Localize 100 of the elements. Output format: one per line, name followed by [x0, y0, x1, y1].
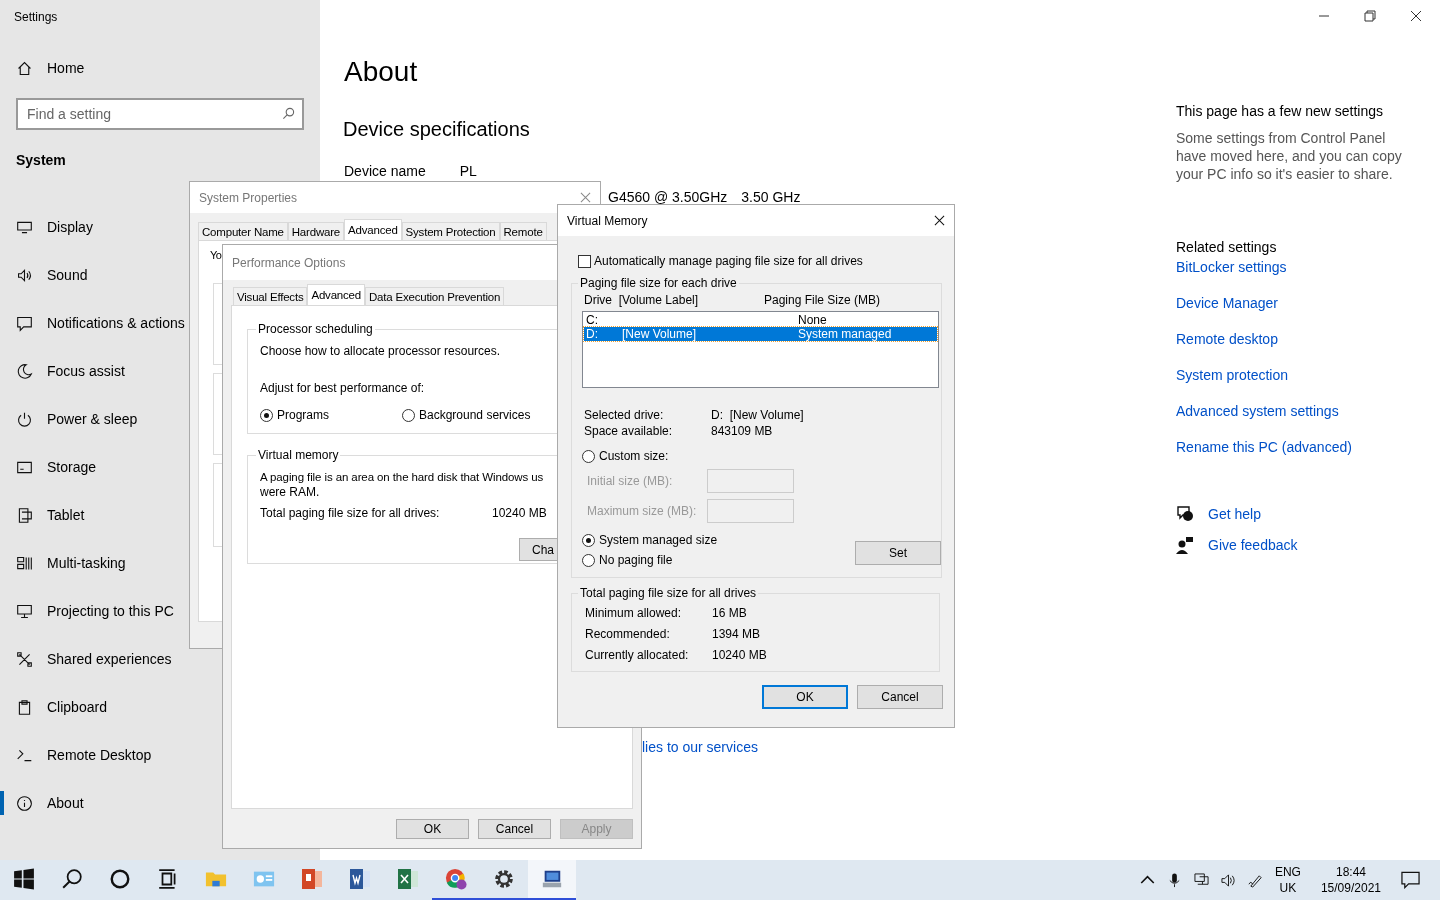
field-label: Maximum size (MB):: [586, 504, 698, 518]
radio-button[interactable]: [260, 408, 273, 422]
restore-icon[interactable]: [1364, 10, 1376, 22]
radio-option[interactable]: Programs: [260, 408, 402, 422]
nav-item[interactable]: Shared experiences: [0, 635, 320, 683]
chat-icon: [1176, 505, 1194, 523]
tablet-icon: [16, 506, 33, 524]
checkbox-option[interactable]: Automatically manage paging file size for all drives: [578, 254, 940, 268]
speaker-icon[interactable]: [1220, 872, 1236, 888]
about-icon: [16, 794, 33, 812]
notifications-icon: [16, 314, 33, 332]
related-link[interactable]: BitLocker settings: [1176, 259, 1287, 275]
radio-button[interactable]: [582, 553, 595, 567]
radio-button[interactable]: [582, 449, 595, 463]
related-link[interactable]: Device Manager: [1176, 295, 1278, 311]
language-indicator[interactable]: ENG UK: [1274, 864, 1301, 896]
section-heading: System: [16, 152, 67, 168]
group-label: Paging file size for each drive: [579, 276, 738, 290]
description-text: were RAM.: [260, 485, 320, 500]
home-link[interactable]: Home: [0, 54, 320, 82]
tab[interactable]: Remote: [499, 222, 547, 240]
power-icon: [16, 410, 33, 428]
spreadsheet-app-icon: [397, 868, 419, 890]
column-header: Drive [Volume Label]: [584, 293, 700, 307]
related-heading: Related settings: [1176, 239, 1277, 255]
presentation-app-icon: [301, 868, 323, 890]
radio-option[interactable]: Custom size:: [582, 449, 669, 463]
related-link[interactable]: Rename this PC (advanced): [1176, 439, 1352, 455]
description-text: Choose how to allocate processor resources.: [260, 344, 501, 359]
radio-button[interactable]: [582, 533, 595, 547]
focus-icon: [16, 362, 33, 380]
tab[interactable]: Advanced: [344, 219, 402, 240]
dialog-button[interactable]: OK: [762, 685, 848, 709]
multitasking-icon: [16, 554, 33, 572]
set-button[interactable]: Set: [855, 541, 941, 565]
total-label: Currently allocated:: [585, 648, 690, 662]
person-icon: [1176, 536, 1194, 554]
notice-title: This page has a few new settings: [1176, 103, 1383, 119]
browser-icon: [445, 868, 467, 890]
home-icon: [16, 59, 33, 77]
close-icon[interactable]: [1410, 10, 1422, 22]
related-link[interactable]: Remote desktop: [1176, 331, 1278, 347]
nav-item[interactable]: Clipboard: [0, 683, 320, 731]
radio-button[interactable]: [402, 408, 415, 422]
spec-value: PL: [459, 163, 477, 179]
tab[interactable]: Visual Effects: [233, 287, 308, 305]
taskbar-button[interactable]: [528, 860, 576, 900]
shared-icon: [16, 650, 33, 668]
nav-item[interactable]: About: [0, 779, 320, 827]
tab[interactable]: System Protection: [401, 222, 500, 240]
field-label: Initial size (MB):: [586, 474, 674, 488]
group-label: Virtual memory: [257, 448, 340, 462]
help-link[interactable]: Give feedback: [1176, 536, 1298, 554]
tab[interactable]: Data Execution Prevention: [365, 287, 505, 305]
total-value: 10240 MB: [712, 648, 767, 662]
total-value: 10240 MB: [492, 506, 547, 520]
nav-item[interactable]: Remote Desktop: [0, 731, 320, 779]
spec-label: Device name: [344, 163, 426, 179]
circle-icon: [109, 868, 131, 890]
radio-option[interactable]: No paging file: [582, 553, 718, 567]
info-value: 843109 MB: [711, 424, 774, 438]
network-icon[interactable]: [1193, 872, 1209, 888]
pen-icon[interactable]: [1247, 872, 1263, 888]
drive-row[interactable]: C: None: [584, 313, 937, 327]
help-link[interactable]: Get help: [1176, 505, 1298, 523]
services-link[interactable]: lies to our services: [642, 739, 758, 755]
search-field[interactable]: Find a setting: [16, 98, 304, 130]
clock[interactable]: 18:44 15/09/2021: [1320, 864, 1381, 896]
tab[interactable]: Computer Name: [198, 222, 288, 240]
dialog-button[interactable]: Cancel: [478, 819, 551, 839]
notification-icon[interactable]: [1401, 871, 1420, 889]
windows-icon: [13, 868, 35, 890]
nav-item[interactable]: Projecting to this PC: [0, 587, 320, 635]
dialog-button[interactable]: OK: [396, 819, 469, 839]
radio-option[interactable]: System managed size: [582, 533, 718, 547]
change-button[interactable]: Cha: [519, 538, 559, 561]
dialog-button[interactable]: Cancel: [857, 685, 943, 709]
dialog-title: System Properties: [199, 190, 298, 205]
related-link[interactable]: System protection: [1176, 367, 1289, 383]
total-value: 1394 MB: [712, 627, 762, 641]
total-label: Minimum allowed:: [585, 606, 683, 620]
info-label: Selected drive:: [584, 408, 665, 422]
close-icon[interactable]: [934, 215, 945, 226]
info-value: D: [New Volume]: [711, 408, 804, 422]
search-icon: [282, 107, 295, 120]
computer-icon: [541, 868, 563, 890]
prompt-text: Adjust for best performance of:: [260, 381, 425, 396]
tab[interactable]: Hardware: [287, 222, 345, 240]
spec-value: G4560 @ 3.50GHz: [608, 189, 728, 205]
nav-item[interactable]: Multi-tasking: [0, 539, 320, 587]
panel-text: Yo: [210, 249, 222, 261]
drive-row[interactable]: D: [New Volume] System managed: [584, 327, 937, 341]
dialog-title: Virtual Memory: [567, 213, 648, 228]
tab[interactable]: Advanced: [307, 284, 365, 305]
document-app-icon: [349, 868, 371, 890]
total-label: Recommended:: [585, 627, 671, 641]
radio-option[interactable]: Background services: [402, 408, 531, 422]
checkbox[interactable]: [578, 254, 591, 268]
related-link[interactable]: Advanced system settings: [1176, 403, 1339, 419]
group-label: Total paging file size for all drives: [579, 586, 758, 600]
